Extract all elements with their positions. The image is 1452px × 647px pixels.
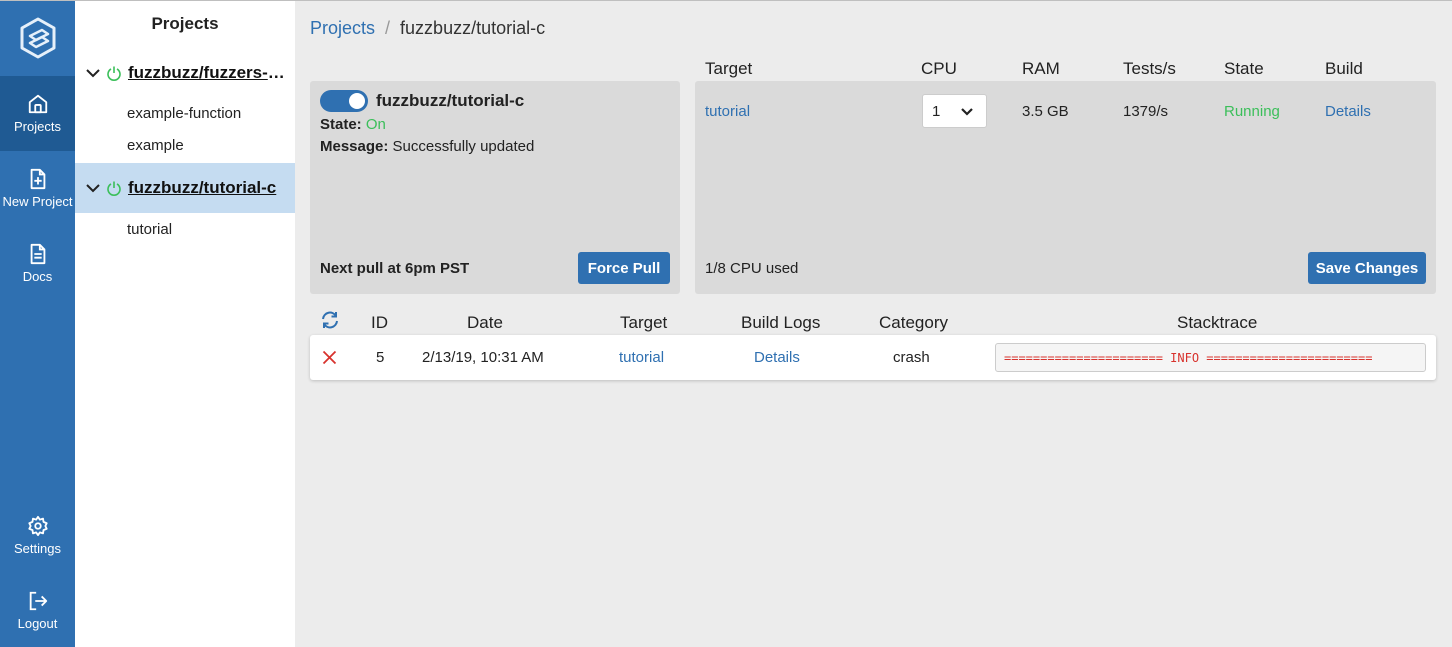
crash-category: crash — [893, 349, 930, 366]
nav-logout[interactable]: Logout — [0, 573, 75, 647]
target-item-example[interactable]: example — [127, 137, 184, 154]
breadcrumb-separator: / — [385, 18, 391, 38]
header-date: Date — [467, 313, 503, 332]
fuzzbuzz-logo[interactable] — [0, 0, 75, 76]
project-message: Message: Successfully updated — [320, 138, 534, 155]
next-pull-text: Next pull at 6pm PST — [320, 260, 470, 277]
project-name[interactable]: fuzzbuzz/tutorial-c — [128, 178, 290, 198]
state-value: On — [365, 116, 386, 133]
target-item-example-function[interactable]: example-function — [127, 105, 241, 122]
target-link[interactable]: tutorial — [705, 103, 750, 120]
nav-new-project-label: New Project — [2, 194, 73, 209]
target-state-value: Running — [1224, 103, 1280, 120]
header-cpu: CPU — [921, 59, 957, 78]
project-state: State: On — [320, 116, 386, 133]
project-status-panel: fuzzbuzz/tutorial-c State: On Message: S… — [310, 81, 680, 294]
tests-value: 1379/s — [1123, 103, 1169, 120]
project-item-fuzzers-python[interactable]: fuzzbuzz/fuzzers-python — [75, 48, 295, 98]
build-logs-link[interactable]: Details — [754, 349, 800, 366]
breadcrumb-current: fuzzbuzz/tutorial-c — [400, 18, 546, 38]
force-pull-button[interactable]: Force Pull — [578, 252, 670, 284]
header-build-logs: Build Logs — [741, 313, 821, 332]
file-plus-icon — [30, 168, 45, 190]
project-name[interactable]: fuzzbuzz/fuzzers-python — [128, 63, 290, 83]
message-value: Successfully updated — [392, 138, 535, 155]
projects-sidebar: Projects fuzzbuzz/fuzzers-python example… — [75, 0, 295, 647]
project-enabled-toggle[interactable] — [320, 90, 368, 112]
nav-settings[interactable]: Settings — [0, 498, 75, 573]
header-target: Target — [705, 59, 753, 78]
header-crash-target: Target — [620, 313, 668, 332]
header-category: Category — [879, 313, 948, 332]
header-state: State — [1224, 59, 1264, 78]
breadcrumb-projects-link[interactable]: Projects — [310, 18, 375, 39]
toggle-knob — [349, 93, 365, 109]
targets-panel: tutorial 1 3.5 GB 1379/s Running Details… — [695, 81, 1436, 294]
header-ram: RAM — [1022, 59, 1060, 78]
left-nav: Projects New Project Docs Settings Logou… — [0, 0, 75, 647]
stacktrace-preview[interactable]: ====================== INFO ============… — [995, 343, 1426, 372]
crash-row[interactable]: 5 2/13/19, 10:31 AM tutorial Details cra… — [310, 335, 1436, 380]
top-border — [0, 0, 1452, 1]
crash-date: 2/13/19, 10:31 AM — [422, 349, 544, 366]
header-tests: Tests/s — [1123, 59, 1176, 78]
crash-target-link[interactable]: tutorial — [619, 349, 664, 366]
nav-docs-label: Docs — [22, 269, 53, 284]
chevron-down-icon — [961, 108, 973, 116]
gear-icon — [27, 515, 48, 537]
nav-projects[interactable]: Projects — [0, 76, 75, 151]
nav-logout-label: Logout — [17, 616, 58, 631]
cpu-used-text: 1/8 CPU used — [705, 260, 799, 277]
state-label: State: — [320, 116, 362, 133]
close-icon[interactable] — [322, 350, 337, 365]
header-id: ID — [371, 313, 388, 332]
nav-projects-label: Projects — [14, 119, 61, 134]
home-icon — [28, 94, 47, 114]
crash-id: 5 — [376, 349, 385, 366]
message-label: Message: — [320, 138, 389, 155]
cpu-select-value: 1 — [932, 102, 941, 120]
header-stacktrace: Stacktrace — [1177, 313, 1258, 332]
target-item-tutorial[interactable]: tutorial — [127, 221, 172, 238]
logout-icon — [29, 591, 47, 611]
nav-docs[interactable]: Docs — [0, 226, 75, 301]
hexagon-logo-icon — [20, 17, 55, 59]
power-icon — [107, 66, 121, 81]
header-build: Build — [1325, 59, 1363, 78]
breadcrumb: Projects / fuzzbuzz/tutorial-c — [310, 18, 545, 39]
build-details-link[interactable]: Details — [1325, 103, 1371, 120]
project-item-tutorial-c[interactable]: fuzzbuzz/tutorial-c — [75, 163, 295, 213]
document-icon — [30, 243, 45, 265]
project-title: fuzzbuzz/tutorial-c — [376, 91, 525, 110]
cpu-select[interactable]: 1 — [922, 94, 987, 128]
chevron-down-icon[interactable] — [85, 65, 101, 81]
nav-settings-label: Settings — [14, 541, 61, 556]
projects-title: Projects — [151, 14, 219, 33]
power-icon — [107, 181, 121, 196]
chevron-down-icon[interactable] — [85, 180, 101, 196]
save-changes-button[interactable]: Save Changes — [1308, 252, 1426, 284]
refresh-icon[interactable] — [320, 310, 340, 330]
nav-new-project[interactable]: New Project — [0, 151, 75, 226]
ram-value: 3.5 GB — [1022, 103, 1069, 120]
